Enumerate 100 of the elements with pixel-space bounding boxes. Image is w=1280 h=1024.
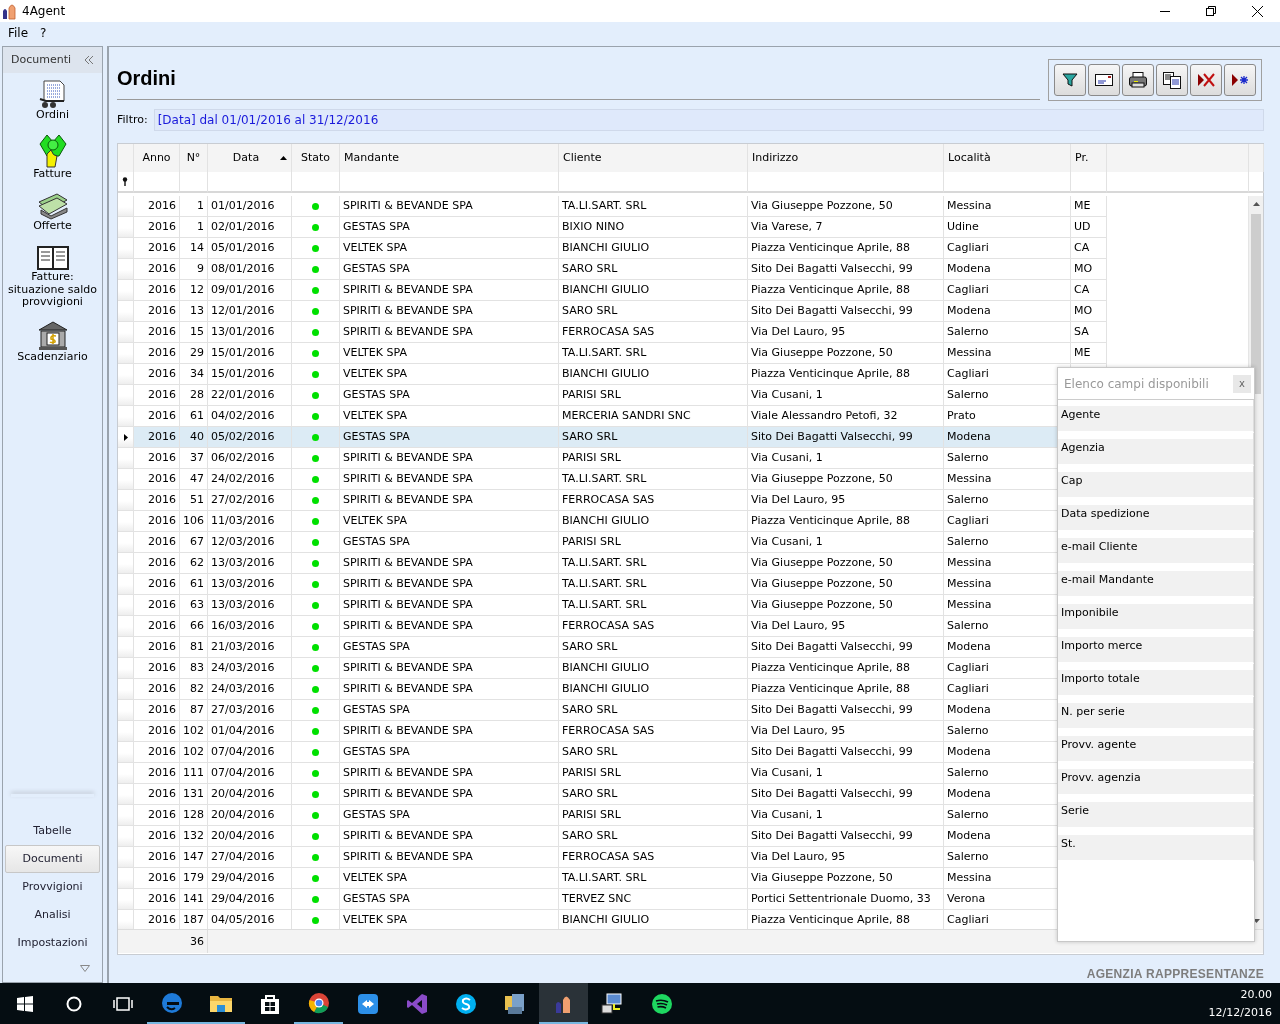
field-item[interactable]: Imponibile [1058,598,1254,631]
table-cell: Via Cusani, 1 [748,448,944,469]
toolbar-button[interactable] [1224,64,1256,96]
table-cell: Via Cusani, 1 [748,532,944,553]
menu-item[interactable]: File [2,24,35,42]
expand-icon[interactable] [80,965,90,972]
sidebar-header: Documenti [11,51,72,68]
filter-cell[interactable] [292,172,340,193]
table-cell: BIANCHI GIULIO [559,364,748,385]
toolbar-button[interactable] [1190,64,1222,96]
column-header[interactable]: Mandante [340,144,559,172]
field-item[interactable]: Agente [1058,400,1254,433]
field-item[interactable]: e-mail Mandante [1058,565,1254,598]
scroll-down-icon[interactable] [1253,919,1260,923]
filter-cell[interactable] [134,172,180,193]
task-view-icon [112,996,133,1011]
section-tab[interactable]: Impostazioni [5,929,100,957]
minimize-icon[interactable] [1160,10,1170,12]
table-cell: SPIRITI & BEVANDE SPA [340,196,559,217]
toolbar-button[interactable] [1156,64,1188,96]
toolbar-button[interactable] [1054,64,1086,96]
field-item[interactable]: Cap [1058,466,1254,499]
table-cell: SPIRITI & BEVANDE SPA [340,658,559,679]
filter-cell[interactable] [944,172,1071,193]
table-cell: 2016 [134,721,180,742]
filter-row-icon [122,177,128,186]
field-item[interactable]: Importo totale [1058,664,1254,697]
section-tab[interactable]: Provvigioni [5,873,100,901]
app-icon [454,992,477,1015]
sidebar-item[interactable]: Fatture: situazione saldo provvigioni [3,238,102,315]
sidebar-item[interactable]: Ordini [3,73,102,128]
table-cell: 20/04/2016 [208,805,292,826]
menu-item[interactable]: ? [34,24,53,42]
field-item[interactable]: N. per serie [1058,697,1254,730]
field-item[interactable]: e-mail Cliente [1058,532,1254,565]
table-cell: 02/01/2016 [208,217,292,238]
table-cell: 27/02/2016 [208,490,292,511]
field-item[interactable]: Importo merce [1058,631,1254,664]
filter-label: Filtro: [117,111,148,128]
column-header[interactable]: N° [180,144,208,172]
sidebar-item[interactable]: Scadenziario [3,314,102,370]
row-header[interactable] [118,427,134,448]
table-cell: 62 [180,553,208,574]
filter-field[interactable]: [Data] dal 01/01/2016 al 31/12/2016 [153,109,1264,131]
table-cell: VELTEK SPA [340,868,559,889]
table-cell: 1 [180,217,208,238]
toolbar-button[interactable] [1088,64,1120,96]
section-tab[interactable]: Analisi [5,901,100,929]
sidebar-item[interactable]: Offerte [3,186,102,239]
filter-cell[interactable] [180,172,208,193]
column-header[interactable]: Data [208,144,292,172]
filter-cell[interactable] [208,172,292,193]
close-icon[interactable] [1251,5,1263,17]
table-cell: SPIRITI & BEVANDE SPA [340,490,559,511]
table-cell: Sito Dei Bagatti Valsecchi, 99 [748,259,944,280]
column-header[interactable]: Indirizzo [748,144,944,172]
app-icon [600,992,625,1015]
table-cell: Piazza Venticinque Aprile, 88 [748,280,944,301]
column-header[interactable]: Stato [292,144,340,172]
field-item[interactable]: Agenzia [1058,433,1254,466]
table-cell: BIANCHI GIULIO [559,658,748,679]
column-header[interactable]: Cliente [559,144,748,172]
close-button[interactable]: x [1233,374,1251,393]
table-cell: 16/03/2016 [208,616,292,637]
column-header[interactable]: Località [944,144,1071,172]
field-item[interactable]: Data spedizione [1058,499,1254,532]
column-header[interactable]: Anno [134,144,180,172]
table-cell: 12 [180,280,208,301]
filter-cell[interactable] [1071,172,1107,193]
table-cell: Via Del Lauro, 95 [748,616,944,637]
scroll-up-icon[interactable] [1253,202,1260,206]
sidebar-item[interactable]: Fatture [3,127,102,187]
field-item[interactable]: Provv. agenzia [1058,763,1254,796]
clock-time: 20.00 [1240,986,1272,1003]
section-tab[interactable]: Tabelle [5,817,100,845]
table-cell: 63 [180,595,208,616]
collapse-icon[interactable] [84,56,94,64]
filter-cell[interactable] [340,172,559,193]
table-cell: TA.LI.SART. SRL [559,196,748,217]
taskbar-button[interactable] [539,983,588,1024]
field-item[interactable]: St. [1058,829,1254,862]
table-cell: VELTEK SPA [340,511,559,532]
copy-icon [1163,71,1181,89]
table-cell: BIANCHI GIULIO [559,511,748,532]
table-cell: Via Del Lauro, 95 [748,721,944,742]
table-cell: Messina [944,196,1071,217]
scrollbar-thumb[interactable] [1251,214,1261,394]
section-tab[interactable]: Documenti [5,845,100,873]
table-cell: BIANCHI GIULIO [559,238,748,259]
field-item[interactable]: Serie [1058,796,1254,829]
column-header[interactable]: Pr. [1071,144,1107,172]
table-cell: SPIRITI & BEVANDE SPA [340,280,559,301]
filter-cell[interactable] [748,172,944,193]
field-item[interactable]: Provv. agente [1058,730,1254,763]
toolbar-button[interactable] [1122,64,1154,96]
restore-icon[interactable] [1206,6,1216,16]
table-cell: 111 [180,763,208,784]
table-cell: 13/03/2016 [208,574,292,595]
filter-cell[interactable] [559,172,748,193]
clock-date: 12/12/2016 [1208,1004,1272,1021]
